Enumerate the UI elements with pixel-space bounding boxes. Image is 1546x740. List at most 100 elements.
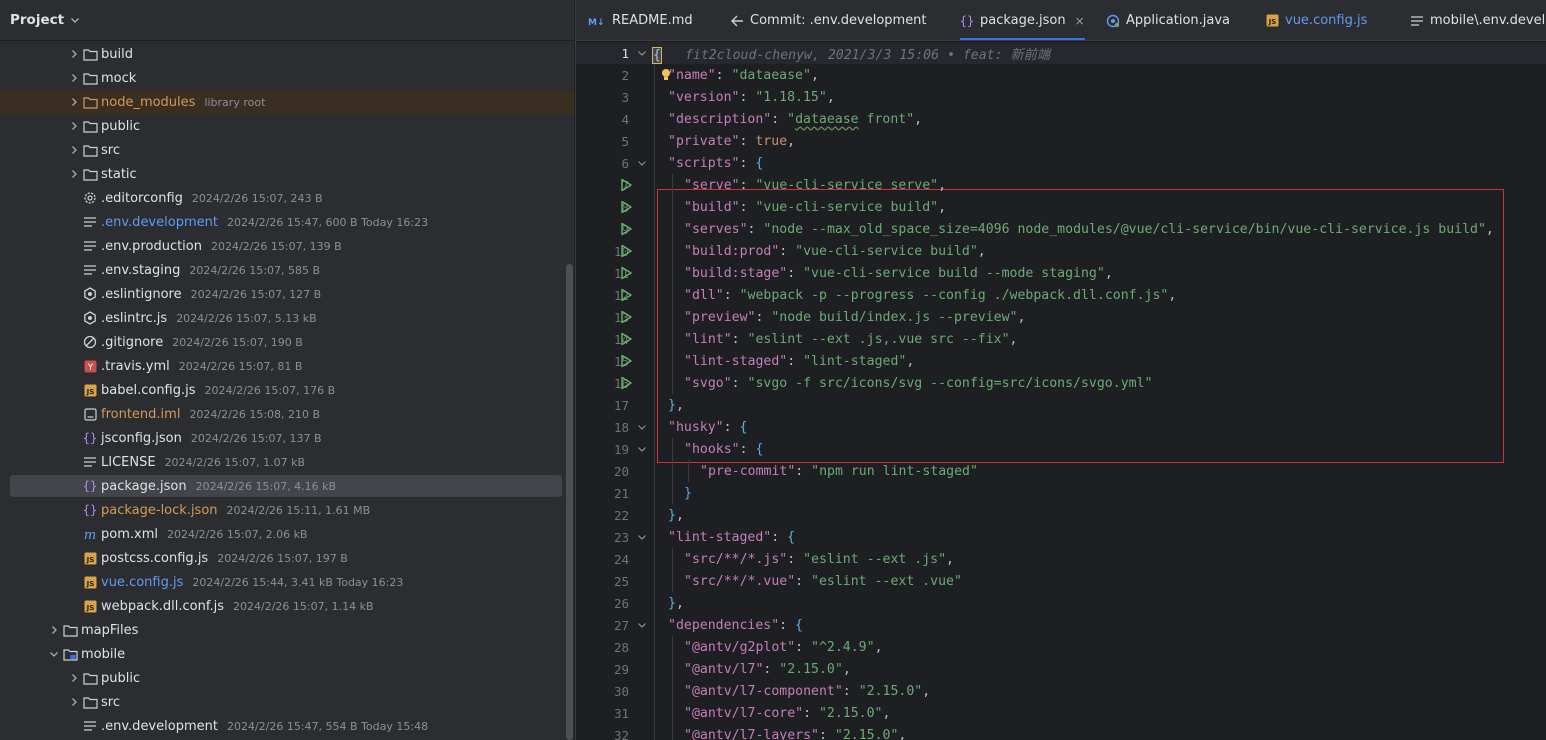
lightbulb-icon[interactable] [660, 68, 672, 82]
tree-item[interactable]: public [0, 666, 574, 690]
code-line[interactable]: 24 "src/**/*.js": "eslint --ext .js", [576, 548, 1546, 570]
project-title[interactable]: Project [10, 12, 64, 28]
tree-item[interactable]: .editorconfig 2024/2/26 15:07, 243 B [0, 186, 574, 210]
fold-icon[interactable] [637, 422, 647, 432]
editor-tab[interactable]: Commit: .env.development [728, 0, 927, 40]
tree-item[interactable]: m pom.xml 2024/2/26 15:07, 2.06 kB [0, 522, 574, 546]
chevron-right-icon[interactable] [66, 118, 82, 134]
code-line[interactable]: 17}, [576, 394, 1546, 416]
tree-item[interactable]: static [0, 162, 574, 186]
chevron-right-icon[interactable] [66, 166, 82, 182]
close-icon[interactable]: × [1075, 14, 1085, 28]
tree-item[interactable]: build [0, 42, 574, 66]
code-line[interactable]: 2 "name": "dataease", [576, 64, 1546, 86]
code-line[interactable]: 29 "@antv/l7": "2.15.0", [576, 658, 1546, 680]
tree-item[interactable]: src [0, 690, 574, 714]
run-script-icon[interactable] [619, 244, 633, 258]
fold-icon[interactable] [637, 158, 647, 168]
tree-item[interactable]: mapFiles [0, 618, 574, 642]
tree-item[interactable]: .eslintignore 2024/2/26 15:07, 127 B [0, 282, 574, 306]
code-line[interactable]: 5 "private": true, [576, 130, 1546, 152]
project-header[interactable]: Project [0, 0, 574, 41]
tree-item[interactable]: frontend.iml 2024/2/26 15:08, 210 B [0, 402, 574, 426]
chevron-right-icon[interactable] [66, 94, 82, 110]
git-blame-annotation[interactable]: fit2cloud-chenyw, 2021/3/3 15:06 • feat:… [685, 48, 1050, 63]
code-line[interactable]: 23 "lint-staged": { [576, 526, 1546, 548]
fold-icon[interactable] [637, 620, 647, 630]
run-script-icon[interactable] [619, 288, 633, 302]
chevron-right-icon[interactable] [66, 70, 82, 86]
chevron-right-icon[interactable] [66, 670, 82, 686]
editor-tab[interactable]: Application.java [1106, 0, 1230, 40]
code-line[interactable]: 10 "build:prod": "vue-cli-service build", [576, 240, 1546, 262]
project-scrollbar[interactable] [566, 264, 573, 740]
chevron-right-icon[interactable] [66, 46, 82, 62]
code-line[interactable]: 8 "build": "vue-cli-service build", [576, 196, 1546, 218]
code-line[interactable]: 6 "scripts": { [576, 152, 1546, 174]
tree-item[interactable]: {} jsconfig.json 2024/2/26 15:07, 137 B [0, 426, 574, 450]
run-script-icon[interactable] [619, 332, 633, 346]
editor-tab[interactable]: mobile\.env.develo [1410, 0, 1546, 40]
code-line[interactable]: 7 "serve": "vue-cli-service serve", [576, 174, 1546, 196]
tree-item[interactable]: mobile [0, 642, 574, 666]
run-script-icon[interactable] [619, 222, 633, 236]
tree-item[interactable]: mock [0, 66, 574, 90]
tree-item[interactable]: node_modules library root [0, 90, 574, 114]
code-line[interactable]: 25 "src/**/*.vue": "eslint --ext .vue" [576, 570, 1546, 592]
code-line[interactable]: 22}, [576, 504, 1546, 526]
fold-icon[interactable] [637, 48, 647, 58]
code-line[interactable]: 18 "husky": { [576, 416, 1546, 438]
tree-item[interactable]: JS webpack.dll.conf.js 2024/2/26 15:07, 1.… [0, 594, 574, 618]
code-line[interactable]: 13 "preview": "node build/index.js --prev… [576, 306, 1546, 328]
code-line[interactable]: 11 "build:stage": "vue-cli-service build … [576, 262, 1546, 284]
code-line[interactable]: 19 "hooks": { [576, 438, 1546, 460]
tree-item[interactable]: public [0, 114, 574, 138]
code-area[interactable]: 1 {fit2cloud-chenyw, 2021/3/3 15:06 • fea… [576, 42, 1546, 740]
code-line[interactable]: 9 "serves": "node --max_old_space_size=40… [576, 218, 1546, 240]
tree-item[interactable]: .env.staging 2024/2/26 15:07, 585 B [0, 258, 574, 282]
code-line[interactable]: 15 "lint-staged": "lint-staged", [576, 350, 1546, 372]
chevron-right-icon[interactable] [46, 622, 62, 638]
code-line[interactable]: 1 {fit2cloud-chenyw, 2021/3/3 15:06 • fea… [576, 42, 1546, 64]
tree-item[interactable]: LICENSE 2024/2/26 15:07, 1.07 kB [0, 450, 574, 474]
tree-item[interactable]: JS babel.config.js 2024/2/26 15:07, 176 B [0, 378, 574, 402]
run-script-icon[interactable] [619, 266, 633, 280]
code-line[interactable]: 30 "@antv/l7-component": "2.15.0", [576, 680, 1546, 702]
code-line[interactable]: 21} [576, 482, 1546, 504]
tree-item[interactable]: .env.production 2024/2/26 15:07, 139 B [0, 234, 574, 258]
tree-item[interactable]: .eslintrc.js 2024/2/26 15:07, 5.13 kB [0, 306, 574, 330]
code-line[interactable]: 27 "dependencies": { [576, 614, 1546, 636]
tree-item[interactable]: Y .travis.yml 2024/2/26 15:07, 81 B [0, 354, 574, 378]
code-line[interactable]: 14 "lint": "eslint --ext .js,.vue src --f… [576, 328, 1546, 350]
code-line[interactable]: 20 "pre-commit": "npm run lint-staged" [576, 460, 1546, 482]
editor-tab[interactable]: JS vue.config.js [1266, 0, 1367, 40]
tree-item[interactable]: JS postcss.config.js 2024/2/26 15:07, 197 … [0, 546, 574, 570]
run-script-icon[interactable] [619, 178, 633, 192]
chevron-down-icon[interactable] [46, 646, 62, 662]
chevron-down-icon[interactable] [70, 15, 80, 25]
tree-item[interactable]: src [0, 138, 574, 162]
code-line[interactable]: 16 "svgo": "svgo -f src/icons/svg --confi… [576, 372, 1546, 394]
fold-icon[interactable] [637, 532, 647, 542]
code-line[interactable]: 3 "version": "1.18.15", [576, 86, 1546, 108]
tree-item[interactable]: JS vue.config.js 2024/2/26 15:44, 3.41 kB … [0, 570, 574, 594]
run-script-icon[interactable] [619, 376, 633, 390]
tree-item[interactable]: {} package.json 2024/2/26 15:07, 4.16 kB [0, 474, 574, 498]
code-line[interactable]: 32 "@antv/l7-layers": "2.15.0", [576, 724, 1546, 740]
tree-item[interactable]: .gitignore 2024/2/26 15:07, 190 B [0, 330, 574, 354]
run-script-icon[interactable] [619, 310, 633, 324]
run-script-icon[interactable] [619, 354, 633, 368]
code-line[interactable]: 28 "@antv/g2plot": "^2.4.9", [576, 636, 1546, 658]
editor-tab[interactable]: {} package.json × [960, 0, 1085, 40]
editor-tab[interactable]: M↓ README.md [588, 0, 693, 40]
tree-item[interactable]: {} package-lock.json 2024/2/26 15:11, 1.61… [0, 498, 574, 522]
code-line[interactable]: 26}, [576, 592, 1546, 614]
code-line[interactable]: 12 "dll": "webpack -p --progress --config… [576, 284, 1546, 306]
code-line[interactable]: 31 "@antv/l7-core": "2.15.0", [576, 702, 1546, 724]
code-line[interactable]: 4 "description": "dataease front", [576, 108, 1546, 130]
chevron-right-icon[interactable] [66, 142, 82, 158]
chevron-right-icon[interactable] [66, 694, 82, 710]
tree-item[interactable]: .env.development 2024/2/26 15:47, 600 B T… [0, 210, 574, 234]
run-script-icon[interactable] [619, 200, 633, 214]
tree-item[interactable]: .env.development 2024/2/26 15:47, 554 B T… [0, 714, 574, 738]
